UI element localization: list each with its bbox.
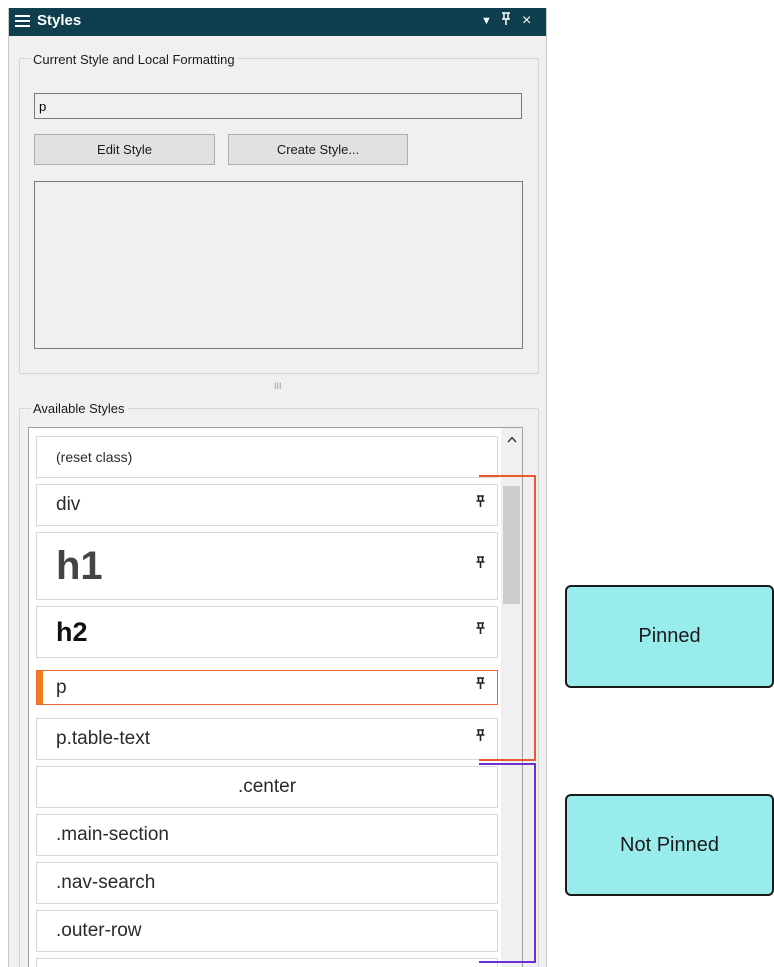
edit-style-button[interactable]: Edit Style — [34, 134, 215, 165]
pinned-callout: Pinned — [565, 585, 774, 688]
panel-title: Styles — [37, 12, 82, 29]
selection-marker — [37, 671, 43, 704]
pin-panel-icon[interactable] — [501, 12, 511, 30]
not-pinned-bracket — [479, 763, 536, 963]
list-item-div[interactable]: div — [36, 484, 498, 526]
not-pinned-callout: Not Pinned — [565, 794, 774, 896]
list-item-reset-class[interactable]: (reset class) — [36, 436, 498, 478]
list-item-nav-search[interactable]: .nav-search — [36, 862, 498, 904]
styles-list[interactable]: (reset class) div h1 h2 p p.table-text .… — [28, 427, 523, 967]
current-style-legend: Current Style and Local Formatting — [31, 52, 238, 67]
list-item-label: p — [56, 677, 67, 698]
list-item-label: .center — [237, 776, 297, 797]
pinned-callout-label: Pinned — [638, 625, 701, 647]
list-item-label: h1 — [56, 544, 103, 588]
list-item-h2[interactable]: h2 — [36, 606, 498, 658]
list-item-p-selected[interactable]: p — [36, 670, 498, 705]
list-item-outer-row[interactable]: .outer-row — [36, 910, 498, 952]
dropdown-menu-icon[interactable]: ▼ — [481, 12, 492, 30]
not-pinned-callout-label: Not Pinned — [620, 834, 719, 856]
panel-titlebar: Styles ▼ × — [9, 8, 546, 36]
style-preview-box — [34, 181, 523, 349]
splitter-grip[interactable]: III — [274, 381, 282, 391]
styles-panel: Styles ▼ × Current Style and Local Forma… — [8, 8, 547, 967]
hamburger-menu-icon[interactable] — [15, 15, 30, 28]
list-item-p-table-text[interactable]: p.table-text — [36, 718, 498, 760]
list-item-h1[interactable]: h1 — [36, 532, 498, 600]
list-item-label: p.table-text — [56, 728, 150, 749]
list-item-partial[interactable] — [36, 958, 498, 967]
scroll-up-arrow-icon[interactable] — [501, 432, 522, 448]
list-item-label: (reset class) — [56, 449, 133, 465]
list-item-label: div — [56, 494, 81, 515]
list-item-label: .nav-search — [56, 872, 156, 893]
close-panel-icon[interactable]: × — [522, 12, 531, 30]
pinned-bracket — [479, 475, 536, 761]
create-style-button[interactable]: Create Style... — [228, 134, 408, 165]
list-item-center[interactable]: .center — [36, 766, 498, 808]
current-style-field: p — [34, 93, 522, 119]
list-item-label: .outer-row — [56, 920, 142, 941]
list-item-main-section[interactable]: .main-section — [36, 814, 498, 856]
list-item-label: h2 — [56, 617, 88, 647]
list-item-label: .main-section — [56, 824, 169, 845]
available-styles-legend: Available Styles — [31, 401, 128, 416]
